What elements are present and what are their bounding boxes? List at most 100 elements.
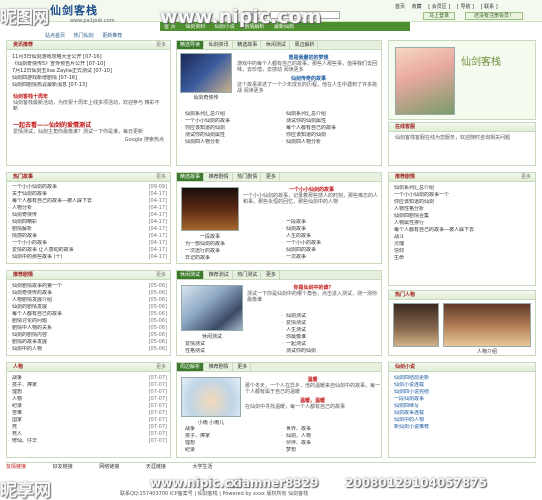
subnav-item[interactable]: 更新推荐 xyxy=(102,33,122,39)
list-item[interactable]: 仙剑四结局更新 xyxy=(389,375,535,382)
image-caption[interactable]: 一段故事 xyxy=(181,233,239,240)
friend-link[interactable]: 天涯链接 xyxy=(146,464,166,470)
tab-analysis[interactable]: 周边解析 xyxy=(177,363,205,371)
list-item[interactable]: 孩子、捧家[07-07] xyxy=(7,382,170,389)
guide-feature-image[interactable] xyxy=(180,53,232,93)
list-item[interactable]: 一起测试 xyxy=(281,341,381,348)
list-item[interactable]: 仙剑的剧情内容[05-06] xyxy=(7,332,170,339)
tab-guide[interactable]: 精选导读 xyxy=(177,41,205,49)
image-caption[interactable]: 休闲测试 xyxy=(181,333,243,340)
list-item[interactable]: 一个小小仙剑的故事一个 xyxy=(389,192,535,199)
list-item[interactable]: 一次远行的故事 xyxy=(180,248,280,255)
tab-quiz[interactable]: 休闲测试 xyxy=(177,271,205,279)
tab[interactable]: 仙剑资讯 xyxy=(206,41,233,49)
list-item[interactable]: 仙剑四续写 xyxy=(389,403,535,410)
list-item[interactable]: 日记的故事 xyxy=(180,255,280,262)
feature-title-2[interactable]: 仙剑传奇的故事 xyxy=(237,75,380,82)
guide-link[interactable]: [ 导航 ] xyxy=(457,4,474,10)
list-item[interactable]: 每个人都有自己的故事[05-06] xyxy=(7,311,170,318)
register-button[interactable]: 还没有注册会员！ xyxy=(465,12,523,20)
list-item[interactable]: 性格测试 xyxy=(180,348,280,355)
list-item[interactable]: 仙剑四人物分析 xyxy=(281,139,381,146)
list-item[interactable]: 《仙剑奇侠传5》宣传预告片公开 [07-10] xyxy=(7,61,170,68)
list-item[interactable]: 仙剑四剧情合集 xyxy=(389,213,535,220)
list-item[interactable]: 剧情中人物的关系[05-06] xyxy=(7,325,170,332)
list-item[interactable]: 关于仙剑的故事[04-17] xyxy=(7,191,170,198)
login-button[interactable]: 马上登录 xyxy=(423,12,455,20)
subnav-item[interactable]: 站点首页 xyxy=(45,33,65,39)
list-item[interactable]: 仙剑四精彩[04-17] xyxy=(7,219,170,226)
list-item[interactable]: 世界、故事 xyxy=(281,426,381,433)
list-item[interactable]: 仙剑奇侠传的故事[05-06] xyxy=(7,290,170,297)
list-item[interactable]: 仙剑、人物 xyxy=(281,433,381,440)
list-item[interactable]: 仙剑中的人物 xyxy=(389,417,535,424)
list-item[interactable]: 仙剑奇侠传[04-17] xyxy=(7,212,170,219)
tab[interactable]: 更多 xyxy=(263,271,280,279)
quiz-feature-image[interactable] xyxy=(181,285,243,331)
list-item[interactable]: 国家[07-07] xyxy=(7,417,170,424)
list-item[interactable]: 测试你的仙剑属性 xyxy=(180,132,280,139)
friend-link[interactable]: 网络链接 xyxy=(99,464,119,470)
tab[interactable]: 更多 xyxy=(263,173,280,181)
list-item[interactable]: 死[07-07] xyxy=(7,424,170,431)
list-item[interactable]: 一个小小仙剑的故事[09-09] xyxy=(7,184,170,191)
list-item[interactable]: 战争[07-07] xyxy=(7,375,170,382)
list-item[interactable]: 7月12日仙剑五lisa Zaylia正式测试 [07-10] xyxy=(7,68,170,75)
tab[interactable]: 更多 xyxy=(234,363,252,371)
list-item[interactable]: 纪录[07-07] xyxy=(7,403,170,410)
list-item[interactable]: 仙剑四剧情热议最新消息 [07-13] xyxy=(7,82,170,89)
subnav-item[interactable]: 热门仙剑 xyxy=(74,33,94,39)
list-item[interactable]: 剧情解析[04-17] xyxy=(7,226,170,233)
list-item[interactable]: 爱情的故事 让人感动的故事[04-17] xyxy=(7,247,170,254)
list-item[interactable]: 测试你的仙剑属性 xyxy=(281,118,381,125)
more-link[interactable]: 更多 xyxy=(521,173,531,181)
list-item[interactable]: 仙剑的剧情发展[05-06] xyxy=(7,304,170,311)
tab-selected[interactable]: 精选故事 xyxy=(177,173,205,181)
list-item[interactable]: 灵魂 xyxy=(389,241,535,248)
list-item[interactable]: 仙剑故事连载 xyxy=(389,410,535,417)
list-item[interactable]: 人物剧情发展介绍[05-06] xyxy=(7,297,170,304)
friend-link[interactable]: 大学生活 xyxy=(192,464,212,470)
analysis-feature-image[interactable] xyxy=(181,377,241,417)
more-link[interactable]: 更多 xyxy=(156,271,166,279)
list-item[interactable]: 测试你的仙剑 xyxy=(281,348,381,355)
list-item[interactable]: 每个人都有自己的故事 xyxy=(281,125,381,132)
list-item[interactable]: 生命 xyxy=(389,255,535,262)
list-item[interactable]: 仙剑小说连载 xyxy=(389,382,535,389)
feature-title[interactable]: 一个小小仙剑的故事 xyxy=(243,186,380,193)
list-item[interactable]: 纪录 xyxy=(180,447,280,454)
list-item[interactable]: 仙剑中的那些故事 (十)[04-17] xyxy=(7,254,170,261)
more-link[interactable]: 更多 xyxy=(156,363,166,371)
list-item[interactable]: 仙剑四人物分析 xyxy=(180,139,280,146)
more-link[interactable]: 更多 xyxy=(156,173,166,181)
list-item[interactable]: 人物[07-07] xyxy=(7,396,170,403)
list-item[interactable]: 人物属性排行 xyxy=(389,220,535,227)
list-item[interactable]: 仙剑系列汇总介绍 xyxy=(180,111,280,118)
list-item[interactable]: 信仰 xyxy=(389,248,535,255)
list-item[interactable]: 伙伴、故事 xyxy=(281,440,381,447)
list-item[interactable]: 修仙、仔华[07-07] xyxy=(7,438,170,445)
list-item[interactable]: 你最像谁 xyxy=(281,334,381,341)
feature-title[interactable]: 温暖 xyxy=(245,376,380,383)
list-item[interactable]: 一次故事 xyxy=(281,254,381,261)
list-item[interactable]: 仙剑故事 xyxy=(281,226,381,233)
tab[interactable]: 休闲测试 xyxy=(263,41,290,49)
image-caption[interactable]: 仙剑奇侠传 xyxy=(180,94,232,101)
image-caption[interactable]: 小雨 小雨儿 xyxy=(181,419,241,426)
list-item[interactable]: 人生测试 xyxy=(281,327,381,334)
character-image-2[interactable] xyxy=(443,303,531,347)
list-item[interactable]: 仙剑四小说完结 xyxy=(389,389,535,396)
contact-link[interactable]: [ 联系 ] xyxy=(481,4,498,10)
list-item[interactable]: 为一部仙剑的故事 xyxy=(180,241,280,248)
feature-title[interactable]: 你是仙剑中的谁？ xyxy=(247,284,380,291)
member-link[interactable]: [ 会员区 ] xyxy=(428,4,450,10)
list-item[interactable]: 梦想 xyxy=(281,447,381,454)
list-item[interactable]: 战争 xyxy=(180,426,280,433)
tab[interactable]: 推荐剧情 xyxy=(206,173,233,181)
list-item[interactable]: 理想 xyxy=(180,440,280,447)
list-item[interactable]: 战斗 xyxy=(389,234,535,241)
list-item[interactable]: 仙剑剧情故事的第一个[05-06] xyxy=(7,283,170,290)
list-item[interactable]: 仙剑系列汇总介绍 xyxy=(281,111,381,118)
tab[interactable]: 推荐剧情 xyxy=(206,363,233,371)
tab[interactable]: 推荐测试 xyxy=(206,271,233,279)
